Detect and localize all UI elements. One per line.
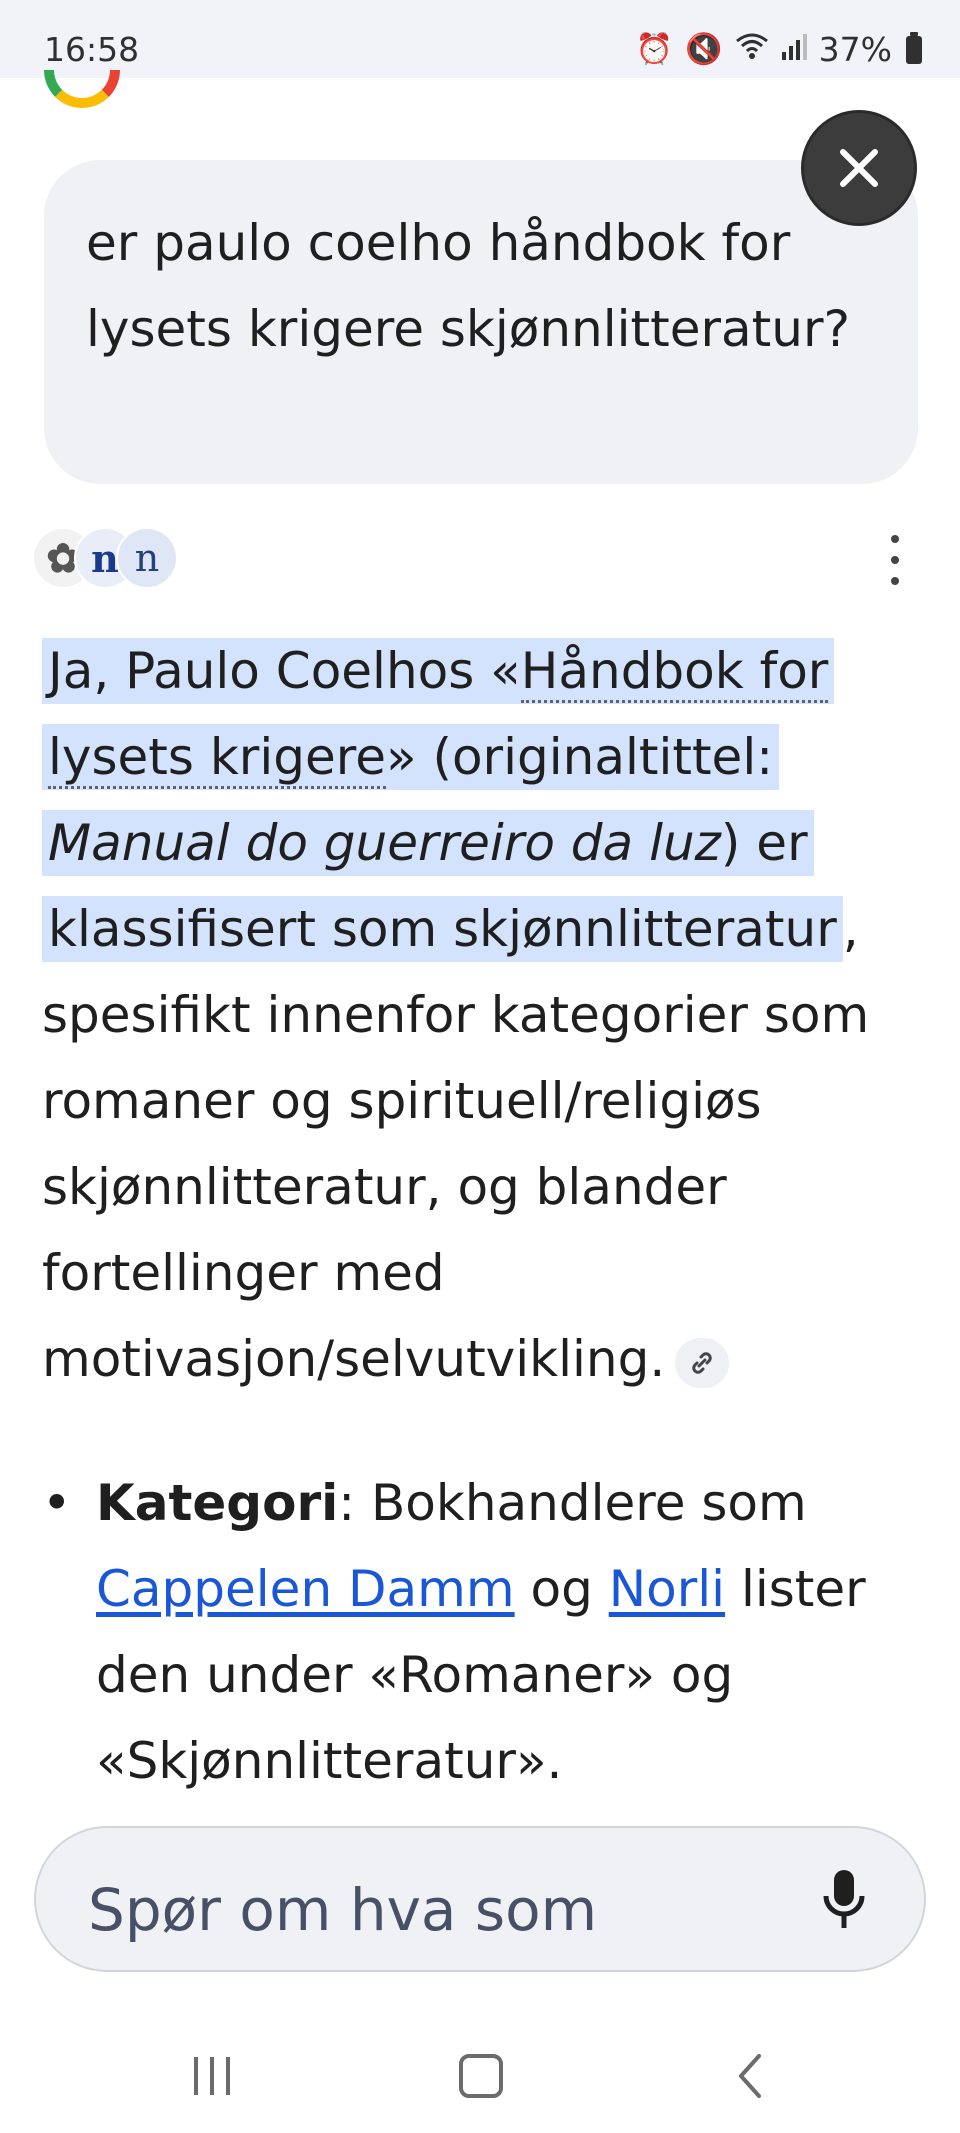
original-title: Manual do guerreiro da luz	[48, 814, 721, 872]
battery-icon	[906, 31, 922, 64]
close-icon	[840, 149, 878, 187]
bullet-heading: Kategori	[96, 1474, 339, 1532]
ask-input[interactable]: Spør om hva som	[34, 1826, 926, 1972]
source-link-button[interactable]	[675, 1337, 730, 1388]
bullet-dot: •	[42, 1474, 72, 1532]
system-nav-bar	[0, 2010, 960, 2133]
assistant-logo-icon	[40, 70, 124, 154]
back-icon	[739, 2054, 761, 2098]
list-item: • Kategori: Bokhandlere som Cappelen Dam…	[42, 1460, 922, 1804]
bullet-list: • Kategori: Bokhandlere som Cappelen Dam…	[42, 1460, 922, 1804]
alarm-icon: ⏰	[635, 31, 674, 67]
query-text: er paulo coelho håndbok for lysets krige…	[86, 214, 851, 358]
home-button[interactable]	[441, 2046, 521, 2106]
home-icon	[459, 2054, 503, 2098]
source-chip[interactable]: n	[116, 527, 178, 589]
norli-link[interactable]: Norli	[609, 1560, 725, 1618]
more-options-button[interactable]	[880, 535, 910, 585]
battery-percent: 37%	[818, 30, 892, 69]
query-bubble: er paulo coelho håndbok for lysets krige…	[44, 160, 918, 484]
sources-row[interactable]: ✿ n n	[32, 527, 178, 589]
cappelen-damm-link[interactable]: Cappelen Damm	[96, 1560, 515, 1618]
recent-apps-icon	[194, 2057, 230, 2095]
status-icons: ⏰ 🔇 37%	[636, 30, 922, 69]
mic-icon[interactable]	[822, 1868, 866, 1932]
wifi-icon	[735, 31, 769, 69]
answer-highlight: Ja, Paulo Coelhos «Håndbok for lysets kr…	[42, 638, 843, 962]
close-button[interactable]	[801, 110, 917, 226]
answer-text: Ja, Paulo Coelhos «Håndbok for lysets kr…	[42, 628, 922, 1402]
status-time: 16:58	[44, 30, 140, 69]
back-button[interactable]	[710, 2046, 790, 2106]
signal-icon	[781, 32, 807, 68]
link-icon	[692, 1351, 712, 1374]
status-bar: 16:58 ⏰ 🔇 37%	[0, 0, 960, 78]
ask-placeholder: Spør om hva som	[88, 1876, 598, 1944]
mute-icon: 🔇	[685, 31, 723, 67]
recent-apps-button[interactable]	[172, 2046, 252, 2106]
